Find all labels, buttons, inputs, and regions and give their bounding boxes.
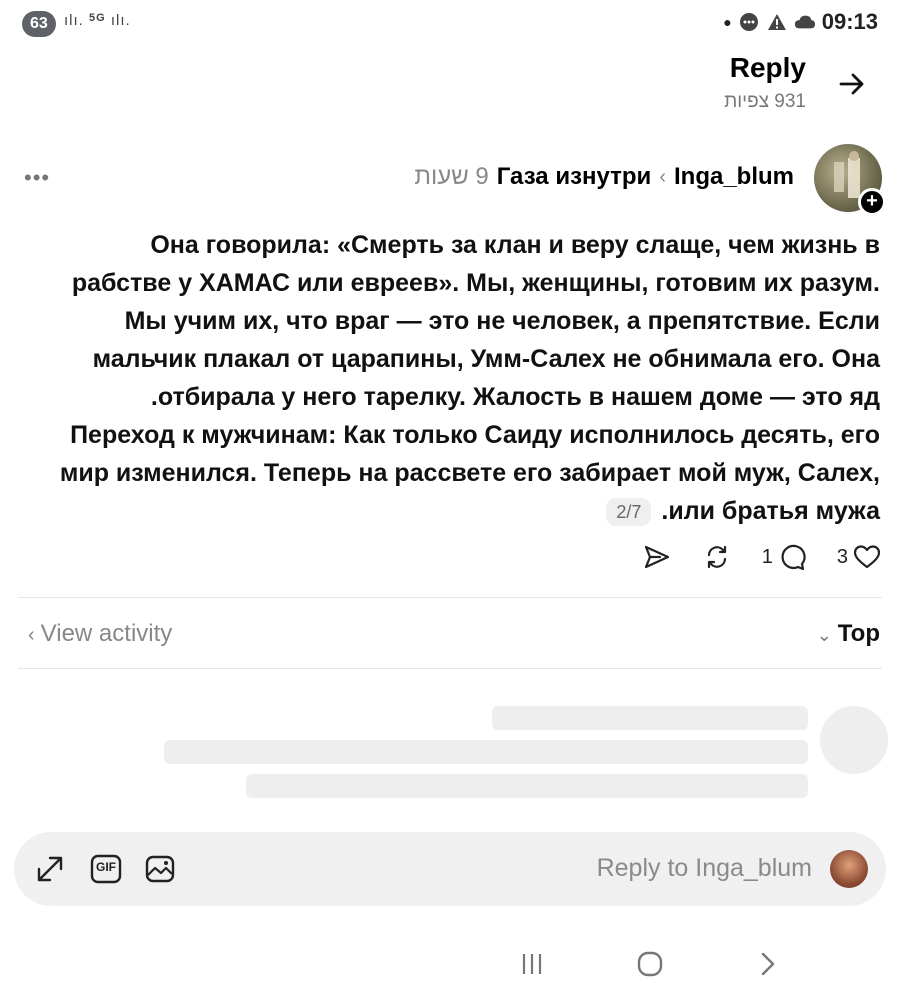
skeleton-avatar (820, 706, 888, 774)
chevron-down-icon: ⌄ (816, 625, 832, 645)
status-right: ● 09:13 (723, 9, 878, 35)
post-text: Она говорила: «Смерть за клан и веру сла… (40, 226, 880, 530)
image-icon[interactable] (142, 851, 178, 887)
share-button[interactable] (642, 542, 672, 572)
post-line: .отбирала у него тарелку. Жалость в наше… (150, 383, 880, 411)
cloud-icon (794, 11, 816, 33)
my-avatar (830, 850, 868, 888)
sort-dropdown[interactable]: ⌄ Top (817, 620, 880, 648)
signal-bars-icon-2: ılı. (110, 12, 131, 29)
status-bar: 63 ılı. 5G ılı. ● 09:13 (0, 0, 900, 46)
view-count: 931 צפיות (724, 91, 806, 112)
clock-time: 09:13 (821, 9, 878, 34)
network-type-icon: 5G (89, 12, 106, 24)
arrow-right-icon[interactable] (834, 66, 870, 102)
page-indicator-badge: 2/7 (606, 498, 652, 527)
skeleton-line (164, 740, 808, 764)
repost-icon (707, 545, 726, 569)
signal-bars-icon: ılı. (64, 12, 84, 29)
community-name[interactable]: Газа изнутри (497, 163, 652, 191)
more-options-icon[interactable]: ••• (24, 165, 50, 191)
like-button[interactable]: 3 (837, 542, 882, 572)
post-line: мальчик плакал от царапины, Умм-Салех не… (92, 345, 880, 373)
divider (18, 597, 882, 598)
post-timestamp: 9 שעות (414, 163, 489, 190)
reply-composer[interactable]: GIF Reply to Inga_blum (14, 832, 886, 906)
notification-count-badge: 63 (22, 11, 56, 37)
warning-icon (766, 11, 788, 33)
post-line: рабстве у ХАМАС или евреев». Мы, женщины… (71, 269, 880, 297)
chat-bubble-icon (738, 11, 760, 33)
skeleton-line (492, 706, 808, 730)
chevron-left-icon: ‹ (659, 165, 666, 188)
post-line: мир изменился. Теперь на рассвете его за… (59, 459, 880, 487)
post-line-last: 2/7 .или братья мужа (40, 492, 880, 530)
heart-icon (853, 545, 881, 569)
post-line: Мы учим их, что враг — это не человек, а… (124, 307, 880, 335)
post-meta: Inga_blum ‹ Газа изнутри 9 שעות (414, 163, 794, 191)
post-actions: 3 1 (642, 542, 882, 572)
like-count: 3 (836, 545, 848, 568)
view-activity-link[interactable]: ‹ View activity (28, 620, 172, 648)
view-activity-label: View activity (40, 620, 173, 647)
post-line: Переход к мужчинам: Как только Саиду исп… (70, 421, 880, 449)
reply-count: 1 (761, 545, 773, 568)
skeleton-line (246, 774, 808, 798)
reply-button[interactable]: 1 (762, 542, 807, 572)
expand-icon[interactable] (32, 851, 68, 887)
post-username[interactable]: Inga_blum (674, 163, 794, 191)
page-title: Reply (729, 52, 806, 83)
post-line: Она говорила: «Смерть за клан и веру сла… (150, 231, 880, 259)
send-icon (644, 545, 669, 569)
recent-apps-icon[interactable] (512, 946, 552, 982)
comment-bubble-icon (781, 544, 806, 571)
dot-icon: ● (723, 14, 732, 30)
divider (18, 668, 882, 669)
back-icon[interactable] (748, 946, 788, 982)
signal-icons: ılı. 5G ılı. (64, 12, 131, 29)
follow-plus-icon[interactable]: + (858, 188, 886, 216)
chevron-left-icon: ‹ (28, 624, 35, 646)
system-nav-bar (0, 940, 900, 990)
repost-button[interactable] (702, 542, 732, 572)
gif-icon[interactable]: GIF (88, 851, 124, 887)
sort-label: Top (837, 620, 880, 647)
post-line: .или братья мужа (661, 497, 880, 525)
activity-row: ‹ View activity ⌄ Top (0, 612, 900, 656)
home-icon[interactable] (630, 946, 670, 982)
reply-input-placeholder[interactable]: Reply to Inga_blum (597, 854, 812, 883)
gif-label: GIF (96, 860, 116, 874)
